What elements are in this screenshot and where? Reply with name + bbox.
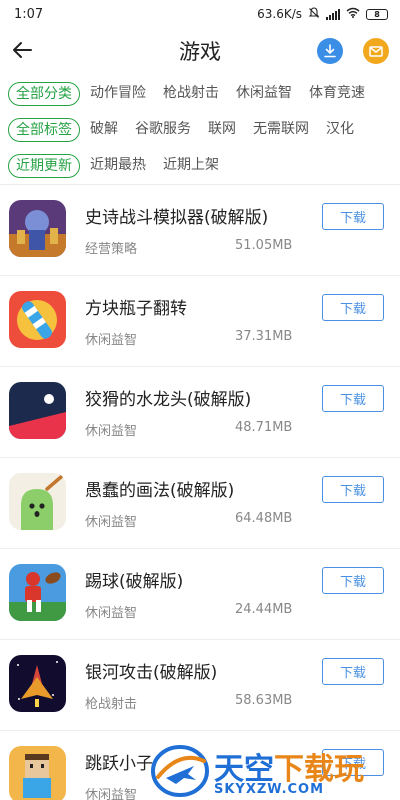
filter-chip-category[interactable]: 动作冒险	[90, 82, 146, 106]
list-item[interactable]: 银河攻击(破解版) 枪战射击 58.63MB 下载	[0, 640, 400, 731]
list-item[interactable]: 史诗战斗模拟器(破解版) 经营策略 51.05MB 下载	[0, 185, 400, 276]
filter-chip-tag[interactable]: 破解	[90, 118, 118, 142]
app-category: 休闲益智	[85, 788, 138, 800]
filter-chip-category[interactable]: 体育竞速	[309, 82, 365, 106]
filter-chip-sort[interactable]: 近期更新	[8, 154, 80, 178]
battery-icon: 8	[366, 8, 388, 20]
list-item[interactable]: 狡猾的水龙头(破解版) 休闲益智 48.71MB 下载	[0, 367, 400, 458]
download-button[interactable]: 下载	[322, 567, 384, 594]
mail-icon[interactable]	[363, 38, 389, 64]
list-item[interactable]: 愚蠢的画法(破解版) 休闲益智 64.48MB 下载	[0, 458, 400, 549]
jump-kid-icon	[9, 746, 66, 800]
galaxy-attack-icon	[9, 655, 66, 712]
skyxzw-logo	[151, 745, 209, 797]
filter-chip-tag[interactable]: 汉化	[326, 118, 354, 142]
app-size: 24.44MB	[235, 602, 293, 617]
download-button[interactable]: 下载	[322, 476, 384, 503]
tag-filter-row: 全部标签 破解 谷歌服务 联网 无需联网 汉化	[0, 115, 400, 145]
filter-chip-tag[interactable]: 无需联网	[253, 118, 309, 142]
download-icon[interactable]	[317, 38, 343, 64]
wifi-icon	[346, 7, 360, 21]
sort-filter-row: 近期更新 近期最热 近期上架	[0, 151, 400, 181]
app-header: 游戏	[0, 28, 400, 74]
filter-chip-tag[interactable]: 全部标签	[8, 118, 80, 142]
filter-chip-tag[interactable]: 谷歌服务	[135, 118, 191, 142]
football-icon	[9, 564, 66, 621]
app-size: 48.71MB	[235, 420, 293, 435]
epic-battle-icon	[9, 200, 66, 257]
filter-chip-category[interactable]: 全部分类	[8, 82, 80, 106]
filter-chip-sort[interactable]: 近期最热	[90, 154, 146, 178]
download-button[interactable]: 下载	[322, 658, 384, 685]
status-bar: 1:07 63.6K/s 8	[0, 0, 400, 28]
list-item[interactable]: 方块瓶子翻转 休闲益智 37.31MB 下载	[0, 276, 400, 367]
list-item[interactable]: 踢球(破解版) 休闲益智 24.44MB 下载	[0, 549, 400, 640]
watermark-url: SKYXZW.COM	[214, 782, 325, 797]
status-time: 1:07	[14, 6, 44, 22]
app-name: 方块瓶子翻转	[85, 299, 187, 319]
app-category: 休闲益智	[85, 515, 138, 530]
filter-chip-category[interactable]: 枪战射击	[163, 82, 219, 106]
download-button[interactable]: 下载	[322, 294, 384, 321]
net-speed: 63.6K/s	[257, 7, 302, 21]
download-button[interactable]: 下载	[322, 203, 384, 230]
app-size: 37.31MB	[235, 329, 293, 344]
filter-chip-category[interactable]: 休闲益智	[236, 82, 292, 106]
filter-chip-tag[interactable]: 联网	[208, 118, 236, 142]
app-category: 休闲益智	[85, 606, 138, 621]
app-name: 踢球(破解版)	[85, 572, 184, 592]
bottle-flip-icon	[9, 291, 66, 348]
category-filter-row: 全部分类 动作冒险 枪战射击 休闲益智 体育竞速	[0, 79, 400, 109]
site-watermark: 天空下载玩 SKYXZW.COM	[148, 740, 400, 800]
app-size: 51.05MB	[235, 238, 293, 253]
filter-chip-sort[interactable]: 近期上架	[163, 154, 219, 178]
mute-icon	[308, 6, 320, 22]
app-category: 枪战射击	[85, 697, 138, 712]
app-size: 64.48MB	[235, 511, 293, 526]
app-category: 经营策略	[85, 242, 138, 257]
app-category: 休闲益智	[85, 424, 138, 439]
download-button[interactable]: 下载	[322, 385, 384, 412]
app-name: 跳跃小子	[85, 754, 153, 774]
app-name: 愚蠢的画法(破解版)	[85, 481, 235, 501]
app-name: 银河攻击(破解版)	[85, 663, 218, 683]
app-list: 史诗战斗模拟器(破解版) 经营策略 51.05MB 下载 方块瓶子翻转 休闲益智…	[0, 185, 400, 800]
drawing-blob-icon	[9, 473, 66, 530]
app-name: 史诗战斗模拟器(破解版)	[85, 208, 269, 228]
faucet-icon	[9, 382, 66, 439]
app-size: 58.63MB	[235, 693, 293, 708]
app-name: 狡猾的水龙头(破解版)	[85, 390, 252, 410]
status-icons: 63.6K/s 8	[257, 6, 388, 22]
app-category: 休闲益智	[85, 333, 138, 348]
signal-icon	[326, 8, 340, 20]
